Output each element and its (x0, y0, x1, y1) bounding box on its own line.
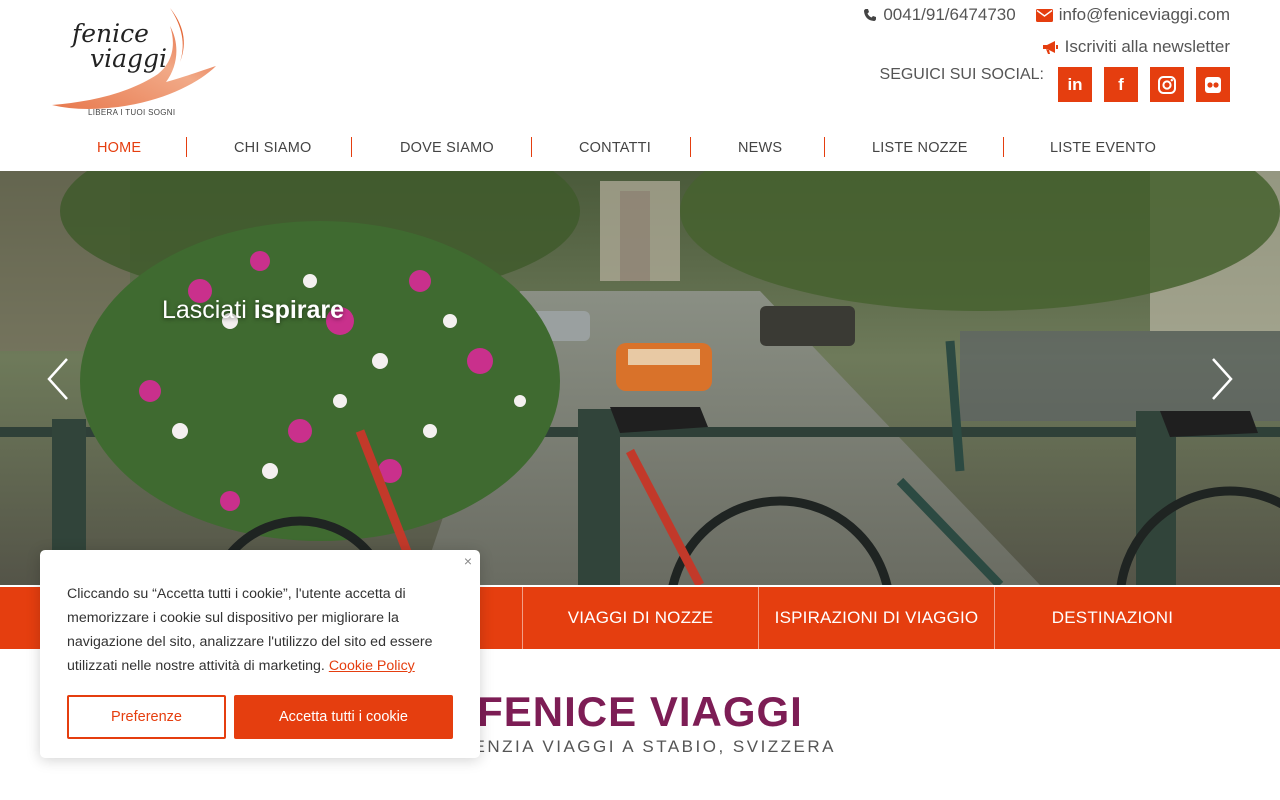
slider-prev-button[interactable] (46, 357, 70, 401)
nav-item-liste-evento[interactable]: LISTE EVENTO (1050, 140, 1156, 156)
flickr-button[interactable] (1196, 67, 1230, 102)
nav-item-liste-nozze[interactable]: LISTE NOZZE (872, 140, 968, 156)
phoenix-logo-graphic: fenice viaggi (52, 8, 216, 109)
megaphone-icon (1042, 40, 1058, 54)
instagram-button[interactable] (1150, 67, 1184, 102)
site-header: fenice viaggi LIBERA I TUOI SOGNI 0041/9… (0, 0, 1280, 125)
phone-contact[interactable]: 0041/91/6474730 (863, 5, 1016, 25)
logo-tagline: LIBERA I TUOI SOGNI (88, 108, 176, 117)
linkedin-button[interactable]: in (1058, 67, 1092, 102)
slider-next-button[interactable] (1210, 357, 1234, 401)
email-address: info@feniceviaggi.com (1058, 5, 1230, 24)
facebook-button[interactable]: f (1104, 67, 1138, 102)
nav-separator (186, 137, 187, 157)
hero-caption: Lasciati ispirare (162, 296, 344, 325)
cookie-message: Cliccando su “Accetta tutti i cookie”, l… (67, 582, 462, 678)
nav-item-news[interactable]: NEWS (738, 140, 782, 156)
hero-image (0, 171, 1280, 585)
phone-number: 0041/91/6474730 (883, 5, 1016, 24)
logo-text-viaggi: viaggi (90, 44, 167, 73)
hero-slider: Lasciati ispirare (0, 171, 1280, 585)
social-links: SEGUICI SUI SOCIAL: in f (879, 65, 1230, 102)
nav-separator (690, 137, 691, 157)
email-contact[interactable]: info@feniceviaggi.com (1035, 5, 1230, 25)
tab-ispirazioni-di-viaggio[interactable]: ISPIRAZIONI DI VIAGGIO (759, 587, 994, 649)
cookie-consent-dialog: × Cliccando su “Accetta tutti i cookie”,… (40, 550, 480, 758)
contact-row: 0041/91/6474730 info@feniceviaggi.com (863, 5, 1230, 25)
cookie-policy-link[interactable]: Cookie Policy (329, 658, 415, 674)
nav-separator (531, 137, 532, 157)
linkedin-icon: in (1067, 74, 1083, 94)
nav-separator (824, 137, 825, 157)
preferences-button[interactable]: Preferenze (67, 695, 226, 739)
site-logo[interactable]: fenice viaggi LIBERA I TUOI SOGNI (48, 4, 223, 122)
main-nav: HOME CHI SIAMO DOVE SIAMO CONTATTI NEWS … (0, 128, 1280, 168)
envelope-icon (1035, 8, 1053, 22)
nav-separator (1003, 137, 1004, 157)
tab-destinazioni[interactable]: DESTINAZIONI (995, 587, 1230, 649)
nav-item-home[interactable]: HOME (97, 140, 141, 156)
nav-item-contatti[interactable]: CONTATTI (579, 140, 651, 156)
instagram-icon (1158, 75, 1176, 94)
newsletter-label: Iscriviti alla newsletter (1064, 37, 1230, 56)
hero-caption-bold: ispirare (253, 296, 345, 324)
accept-all-cookies-button[interactable]: Accetta tutti i cookie (234, 695, 453, 739)
tab-viaggi-di-nozze[interactable]: VIAGGI DI NOZZE (523, 587, 758, 649)
chevron-right-icon (1212, 358, 1233, 400)
nav-item-dove-siamo[interactable]: DOVE SIAMO (400, 140, 494, 156)
flickr-icon (1205, 76, 1221, 93)
hero-caption-normal: Lasciati (162, 296, 247, 324)
nav-separator (351, 137, 352, 157)
newsletter-link[interactable]: Iscriviti alla newsletter (1042, 37, 1230, 57)
phone-icon (864, 9, 877, 21)
social-label: SEGUICI SUI SOCIAL: (879, 65, 1044, 83)
close-icon[interactable]: × (464, 553, 472, 569)
nav-item-chi-siamo[interactable]: CHI SIAMO (234, 140, 312, 156)
facebook-icon: f (1118, 74, 1124, 94)
chevron-left-icon (47, 358, 68, 400)
